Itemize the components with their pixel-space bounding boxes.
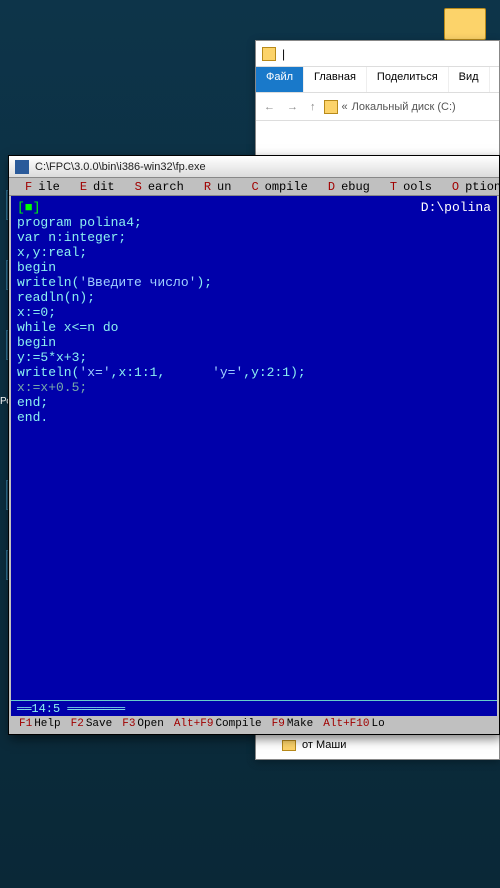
explorer-navbar: ← → ↑ « Локальный диск (C:)	[256, 93, 499, 121]
ide-status-line: ══ 14:5 ════════	[11, 700, 497, 716]
menu-options[interactable]: Options	[440, 180, 500, 194]
tab-file[interactable]: Файл	[256, 67, 304, 92]
app-icon	[15, 160, 29, 174]
menu-file[interactable]: FFileile	[13, 180, 66, 194]
folder-item[interactable]: от Маши	[264, 737, 491, 753]
folder-label: от Маши	[302, 739, 346, 751]
fkey-f9[interactable]: F9	[266, 718, 285, 730]
ide-menubar: FFileile Edit Search Run Compile Debug T…	[9, 178, 499, 196]
nav-forward[interactable]: →	[283, 101, 302, 113]
explorer-titlebar[interactable]: |	[256, 41, 499, 67]
editor-filepath: D:\polina	[421, 200, 491, 215]
breadcrumb[interactable]: « Локальный диск (C:)	[324, 100, 496, 114]
nav-back[interactable]: ←	[260, 101, 279, 113]
ide-editor-area[interactable]: [■] D:\polina program polina4; var n:int…	[11, 196, 497, 716]
menu-run[interactable]: Run	[192, 180, 238, 194]
ide-fkey-bar: F1Help F2Save F3Open Alt+F9Compile F9Mak…	[11, 716, 497, 732]
fkey-f2[interactable]: F2	[65, 718, 84, 730]
nav-up[interactable]: ↑	[306, 101, 320, 113]
folder-icon	[282, 740, 296, 751]
ide-title-text: C:\FPC\3.0.0\bin\i386-win32\fp.exe	[35, 161, 206, 173]
fkey-f1[interactable]: F1	[13, 718, 32, 730]
breadcrumb-text: Локальный диск (C:)	[352, 101, 456, 113]
close-marker[interactable]: [■]	[17, 200, 40, 215]
explorer-ribbon-tabs: Файл Главная Поделиться Вид	[256, 67, 499, 93]
fkey-altf10[interactable]: Alt+F10	[317, 718, 369, 730]
ide-titlebar[interactable]: C:\FPC\3.0.0\bin\i386-win32\fp.exe	[9, 156, 499, 178]
fkey-altf9[interactable]: Alt+F9	[168, 718, 214, 730]
folder-icon	[324, 100, 338, 114]
menu-tools[interactable]: Tools	[378, 180, 438, 194]
breadcrumb-prefix: «	[342, 101, 348, 113]
source-code[interactable]: program polina4; var n:integer; x,y:real…	[17, 215, 491, 425]
menu-search[interactable]: Search	[123, 180, 190, 194]
desktop-folder-icon[interactable]	[444, 8, 488, 44]
menu-edit[interactable]: Edit	[68, 180, 121, 194]
explorer-title-sep: |	[282, 47, 285, 61]
folder-icon	[262, 47, 276, 61]
tab-view[interactable]: Вид	[449, 67, 490, 92]
tab-home[interactable]: Главная	[304, 67, 367, 92]
menu-compile[interactable]: Compile	[239, 180, 313, 194]
fkey-f3[interactable]: F3	[116, 718, 135, 730]
tab-share[interactable]: Поделиться	[367, 67, 449, 92]
fpc-ide-window: C:\FPC\3.0.0\bin\i386-win32\fp.exe FFile…	[8, 155, 500, 735]
menu-debug[interactable]: Debug	[316, 180, 376, 194]
cursor-position: 14:5 ═	[31, 702, 74, 716]
